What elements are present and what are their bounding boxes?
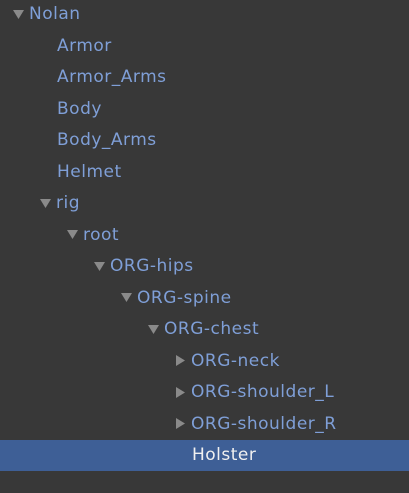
- expand-arrow-down-icon[interactable]: [66, 228, 79, 241]
- tree-item-label: ORG-hips: [110, 256, 194, 276]
- tree-item-label: ORG-neck: [191, 350, 280, 371]
- tree-item-label: Holster: [192, 445, 257, 465]
- tree-item-armor[interactable]: Armor: [0, 30, 409, 61]
- tree-item-label: Body: [57, 98, 102, 119]
- tree-item-label: Armor: [57, 35, 112, 56]
- tree-item-org-spine[interactable]: ORG-spine: [0, 282, 409, 313]
- tree-item-org-chest[interactable]: ORG-chest: [0, 314, 409, 345]
- expand-arrow-down-icon[interactable]: [12, 8, 25, 21]
- tree-item-label: Body_Arms: [57, 130, 157, 150]
- tree-item-holster[interactable]: Holster: [0, 439, 409, 471]
- expand-arrow-down-icon[interactable]: [120, 291, 133, 304]
- tree-item-root[interactable]: root: [0, 219, 409, 250]
- collapse-arrow-right-icon[interactable]: [174, 417, 187, 430]
- tree-item-label: root: [83, 224, 120, 245]
- tree-item-org-shoulder-l[interactable]: ORG-shoulder_L: [0, 377, 409, 408]
- expand-arrow-down-icon[interactable]: [39, 197, 52, 210]
- tree-item-label: Armor_Arms: [57, 67, 167, 87]
- tree-item-label: Nolan: [29, 4, 81, 24]
- tree-item-label: ORG-shoulder_R: [191, 413, 337, 434]
- tree-item-label: Helmet: [57, 161, 122, 182]
- tree-item-org-neck[interactable]: ORG-neck: [0, 345, 409, 376]
- tree-item-label: ORG-shoulder_L: [191, 382, 335, 402]
- expand-arrow-down-icon[interactable]: [147, 323, 160, 336]
- tree-item-label: ORG-spine: [137, 287, 232, 308]
- tree-item-org-hips[interactable]: ORG-hips: [0, 251, 409, 282]
- expand-arrow-down-icon[interactable]: [93, 260, 106, 273]
- hierarchy-panel: Nolan Armor Armor_Arms Body Body_Arms Helmet r…: [0, 0, 409, 493]
- tree-item-label: rig: [56, 193, 81, 213]
- tree-item-nolan[interactable]: Nolan: [0, 0, 409, 30]
- tree-item-rig[interactable]: rig: [0, 188, 409, 219]
- tree-item-label: ORG-chest: [164, 319, 260, 339]
- collapse-arrow-right-icon[interactable]: [174, 354, 187, 367]
- tree-item-org-shoulder-r[interactable]: ORG-shoulder_R: [0, 408, 409, 439]
- tree-item-armor-arms[interactable]: Armor_Arms: [0, 62, 409, 93]
- tree-item-helmet[interactable]: Helmet: [0, 156, 409, 187]
- tree-item-body[interactable]: Body: [0, 93, 409, 124]
- tree-item-body-arms[interactable]: Body_Arms: [0, 125, 409, 156]
- collapse-arrow-right-icon[interactable]: [174, 386, 187, 399]
